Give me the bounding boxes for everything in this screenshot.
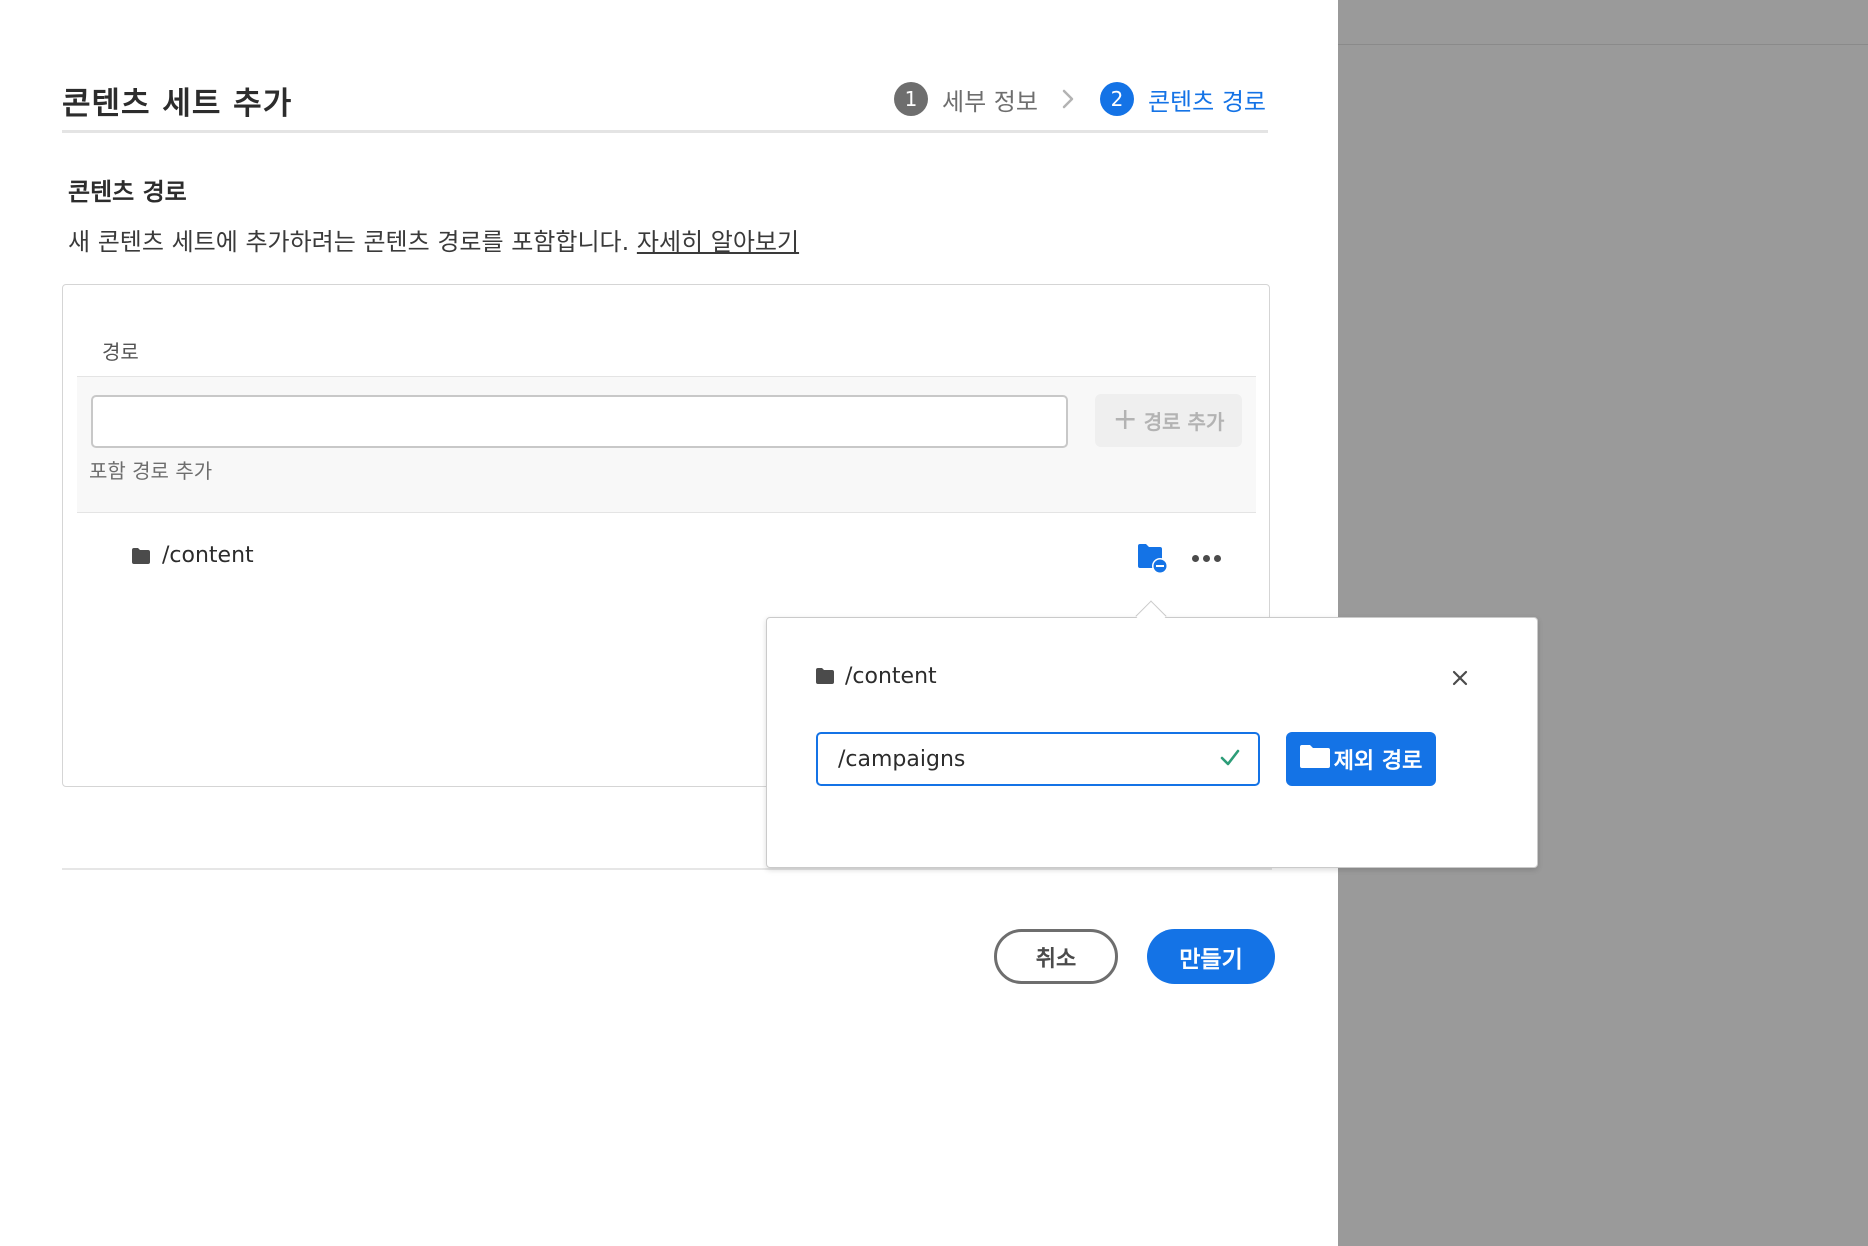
- title-divider: [62, 130, 1268, 133]
- section-description: 새 콘텐츠 세트에 추가하려는 콘텐츠 경로를 포함합니다. 자세히 알아보기: [68, 222, 799, 257]
- path-column-label: 경로: [102, 340, 139, 364]
- step-1-label[interactable]: 세부 정보: [942, 82, 1038, 117]
- folder-exclude-icon[interactable]: [1136, 542, 1170, 574]
- popover-path-text: /content: [845, 664, 937, 689]
- add-path-button[interactable]: + 경로 추가: [1095, 394, 1242, 447]
- footer-divider: [62, 868, 1272, 870]
- add-path-label: 경로 추가: [1143, 410, 1225, 434]
- dialog-title: 콘텐츠 세트 추가: [62, 86, 293, 122]
- chevron-right-icon: [1062, 82, 1074, 116]
- exclude-path-input[interactable]: [818, 734, 1198, 784]
- step-1-number: 1: [894, 82, 928, 116]
- close-icon[interactable]: [1448, 666, 1472, 690]
- folder-icon: [132, 548, 150, 568]
- step-2-label[interactable]: 콘텐츠 경로: [1148, 82, 1266, 117]
- section-heading: 콘텐츠 경로: [68, 178, 187, 206]
- include-path-input[interactable]: [91, 395, 1068, 448]
- description-text: 새 콘텐츠 세트에 추가하려는 콘텐츠 경로를 포함합니다.: [68, 228, 637, 256]
- more-icon: [1191, 554, 1199, 562]
- exclude-path-label: 제외 경로: [1333, 749, 1423, 774]
- learn-more-link[interactable]: 자세히 알아보기: [637, 228, 799, 256]
- step-indicator: 1 세부 정보 2 콘텐츠 경로: [894, 82, 1266, 116]
- exclude-path-field: [816, 732, 1260, 786]
- step-2-number: 2: [1099, 82, 1134, 116]
- create-button[interactable]: 만들기: [1147, 929, 1275, 984]
- backdrop-divider: [1338, 44, 1868, 45]
- exclude-path-button[interactable]: 제외 경로: [1286, 732, 1436, 786]
- cancel-button[interactable]: 취소: [994, 929, 1118, 984]
- more-options-button[interactable]: [1186, 545, 1226, 571]
- include-path-help-text: 포함 경로 추가: [89, 459, 213, 483]
- plus-icon: +: [1112, 401, 1138, 437]
- checkmark-icon: [1220, 748, 1240, 772]
- path-row-text: /content: [162, 543, 254, 568]
- folder-icon: [1299, 744, 1330, 774]
- folder-icon: [816, 668, 834, 688]
